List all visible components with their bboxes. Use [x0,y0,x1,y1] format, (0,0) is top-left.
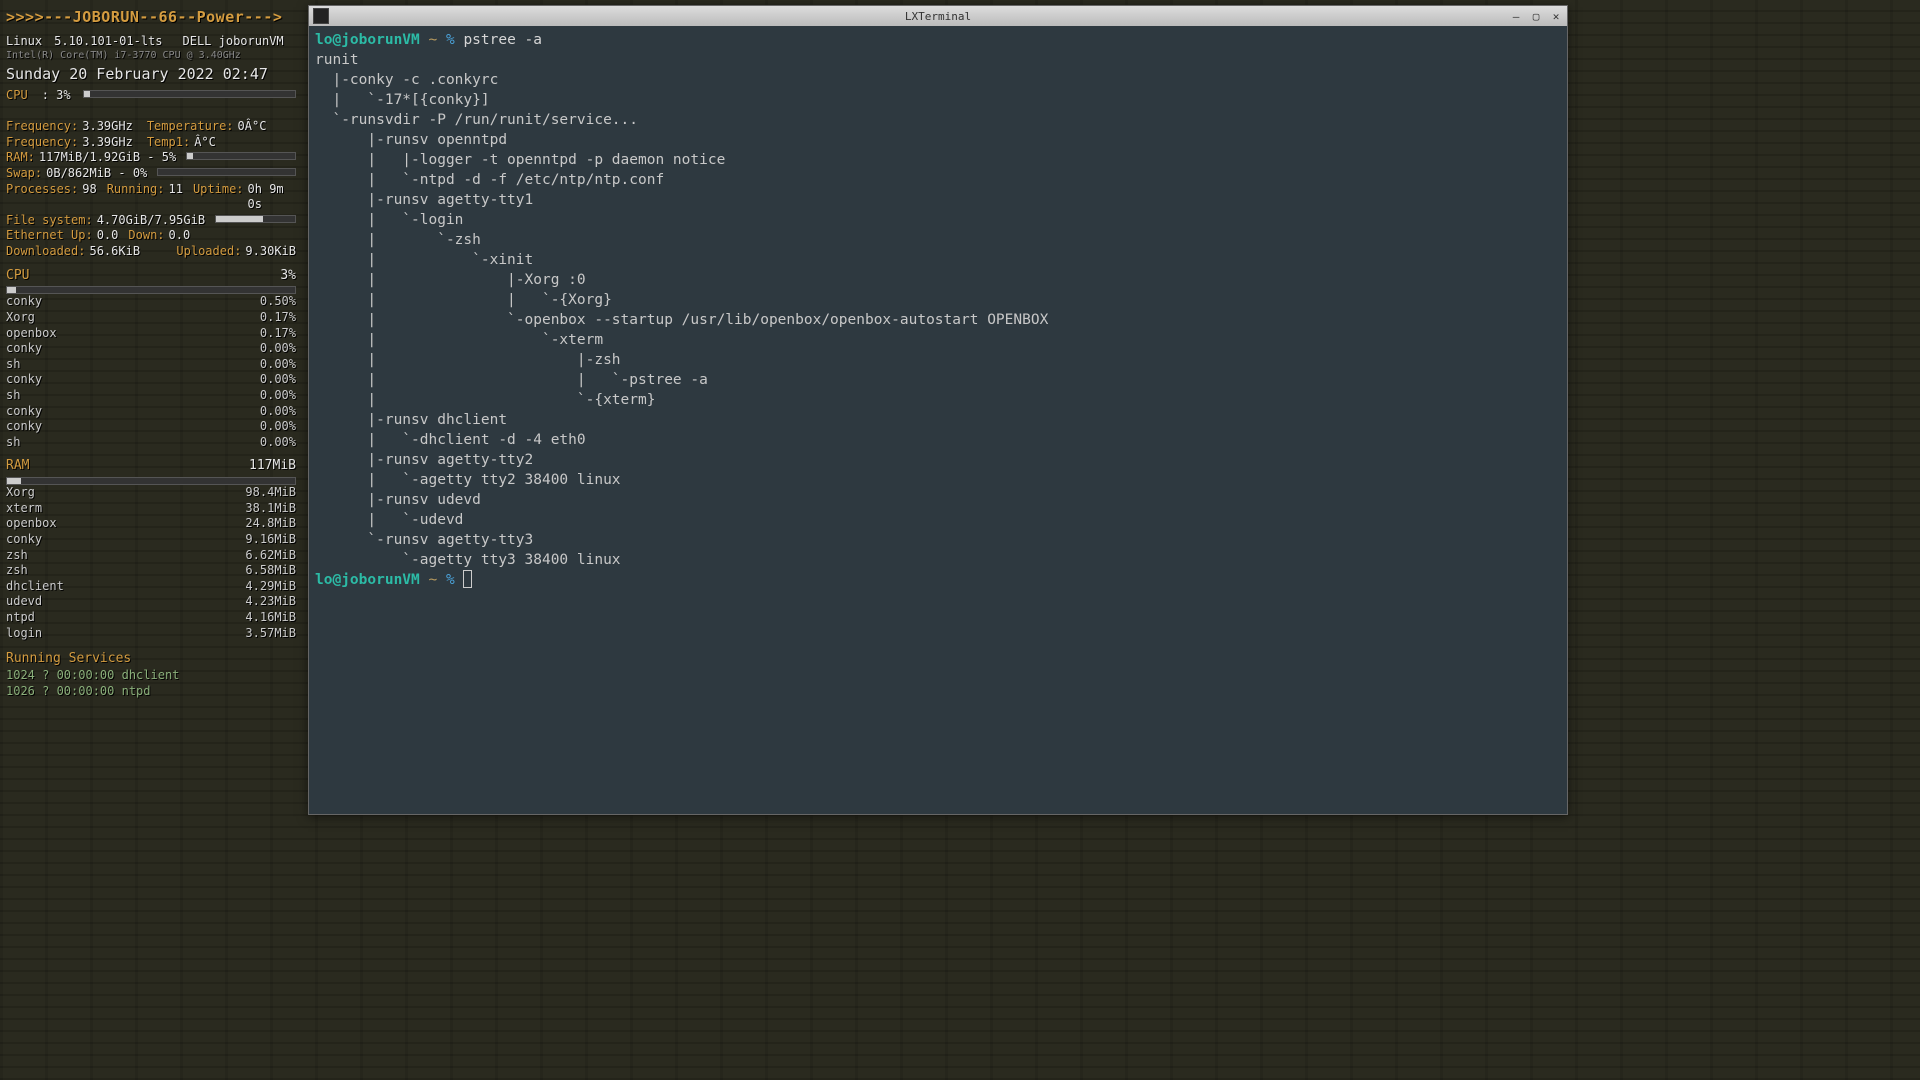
ram-proc-row: udevd4.23MiB [6,594,296,610]
conky-header: >>>>---JOBORUN--66--Power---> [6,8,296,28]
ram-proc-row: ntpd4.16MiB [6,610,296,626]
cpu-proc-row: Xorg0.17% [6,310,296,326]
prompt-symbol: % [446,32,455,48]
ram-proc-row: xterm38.1MiB [6,501,296,517]
cpu-section-bar [6,286,296,294]
fs-bar [215,215,296,223]
fs-line: File system: 4.70GiB/7.95GiB [6,213,296,229]
proc-line: Processes: 98 Running: 11 Uptime: 0h 9m … [6,182,296,213]
window-title: LXTerminal [905,10,971,23]
pstree-output: runit |-conky -c .conkyrc | `-17*[{conky… [315,52,1048,568]
cpu-proc-row: conky0.00% [6,404,296,420]
window-buttons: — ▢ ✕ [1507,8,1565,24]
freq-temp-2: Frequency: 3.39GHz Temp1: Â°C [6,135,296,151]
prompt-path-2: ~ [429,572,438,588]
prompt-user: lo@joborunVM [315,32,420,48]
titlebar[interactable]: LXTerminal — ▢ ✕ [309,6,1567,26]
swap-bar [157,168,296,176]
net-totals: Downloaded: 56.6KiB Uploaded: 9.30KiB [6,244,296,260]
cpu-model: Intel(R) Core(TM) i7-3770 CPU @ 3.40GHz [6,49,296,62]
terminal-icon [313,8,329,24]
prompt-symbol-2: % [446,572,455,588]
cpu-proc-row: conky0.00% [6,372,296,388]
freq-temp-1: Frequency: 3.39GHz Temperature: 0Â°C [6,119,296,135]
terminal-body[interactable]: lo@joborunVM ~ % pstree -a runit |-conky… [309,26,1567,814]
cpu-proc-row: conky0.00% [6,419,296,435]
ram-section: RAM 117MiB [6,458,296,475]
service-row: 1024 ? 00:00:00 dhclient [6,668,296,684]
prompt-user-2: lo@joborunVM [315,572,420,588]
cpu-process-list: conky0.50%Xorg0.17%openbox0.17%conky0.00… [6,294,296,450]
cpu-proc-row: sh0.00% [6,357,296,373]
ram-proc-row: Xorg98.4MiB [6,485,296,501]
cpu-proc-row: openbox0.17% [6,326,296,342]
command: pstree -a [463,32,542,48]
eth-line: Ethernet Up: 0.0 Down: 0.0 [6,228,296,244]
cpu-proc-row: sh0.00% [6,435,296,451]
service-row: 1026 ? 00:00:00 ntpd [6,684,296,700]
ram-proc-row: conky9.16MiB [6,532,296,548]
ram-proc-row: zsh6.62MiB [6,548,296,564]
kernel-line: Linux 5.10.101-01-lts DELL joborunVM [6,34,296,50]
cpu-proc-row: sh0.00% [6,388,296,404]
ram-proc-row: openbox24.8MiB [6,516,296,532]
cpu-proc-row: conky0.00% [6,341,296,357]
cpu-section: CPU 3% [6,268,296,285]
cursor [463,570,472,588]
close-button[interactable]: ✕ [1547,8,1565,24]
cpu-usage-line: CPU : 3% [6,88,296,104]
maximize-button[interactable]: ▢ [1527,8,1545,24]
ram-proc-row: dhclient4.29MiB [6,579,296,595]
minimize-button[interactable]: — [1507,8,1525,24]
services-header: Running Services [6,651,296,668]
cpu-proc-row: conky0.50% [6,294,296,310]
services-list: 1024 ? 00:00:00 dhclient 1026 ? 00:00:00… [6,668,296,699]
datetime: Sunday 20 February 2022 02:47 [6,65,296,85]
lxterminal-window[interactable]: LXTerminal — ▢ ✕ lo@joborunVM ~ % pstree… [308,5,1568,815]
cpu-bar [83,90,296,98]
ram-line: RAM: 117MiB/1.92GiB - 5% [6,150,296,166]
ram-section-bar [6,477,296,485]
ram-proc-row: login3.57MiB [6,626,296,642]
conky-panel: >>>>---JOBORUN--66--Power---> Linux 5.10… [6,8,296,699]
prompt-path: ~ [429,32,438,48]
swap-line: Swap: 0B/862MiB - 0% [6,166,296,182]
ram-process-list: Xorg98.4MiBxterm38.1MiBopenbox24.8MiBcon… [6,485,296,641]
ram-proc-row: zsh6.58MiB [6,563,296,579]
ram-bar [186,152,296,160]
